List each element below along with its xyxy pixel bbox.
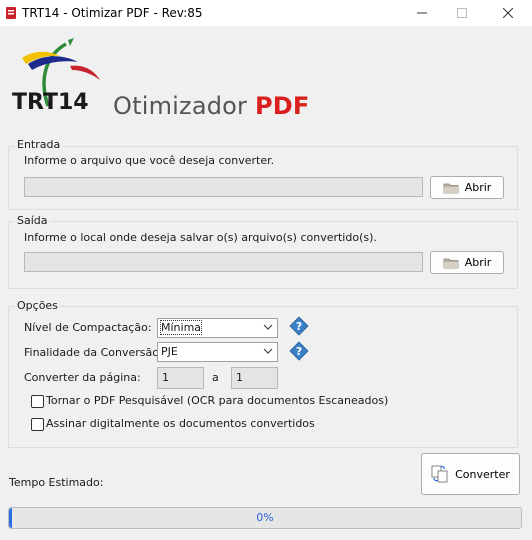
saida-open-label: Abrir <box>464 256 492 269</box>
convert-icon <box>431 465 448 483</box>
compactacao-value: Mínima <box>159 320 203 335</box>
ocr-label: Tornar o PDF Pesquisável (OCR para docum… <box>46 394 389 407</box>
saida-legend: Saída <box>15 214 50 227</box>
saida-path-field[interactable] <box>24 252 423 272</box>
help-icon[interactable]: ? <box>289 341 309 361</box>
compactacao-label: Nível de Compactação: <box>24 321 152 334</box>
converter-label: Converter <box>455 467 510 481</box>
pagina-de-field[interactable]: 1 <box>157 367 204 389</box>
progress-text: 0% <box>256 511 274 524</box>
app-title-accent: PDF <box>254 92 310 120</box>
progress-bar: 0% <box>8 507 522 529</box>
compactacao-select[interactable]: Mínima <box>157 318 278 338</box>
folder-icon <box>443 183 459 193</box>
finalidade-label: Finalidade da Conversão: <box>24 346 163 359</box>
entrada-open-label: Abrir <box>464 181 492 194</box>
close-button[interactable] <box>486 0 530 26</box>
app-title: Otimizador PDF <box>113 92 309 120</box>
logo-text: TRT14 <box>12 90 89 115</box>
tempo-estimado-label: Tempo Estimado: <box>9 476 104 489</box>
minimize-icon <box>417 12 427 14</box>
saida-instruction: Informe o local onde deseja salvar o(s) … <box>24 231 377 244</box>
app-icon <box>6 7 16 19</box>
entrada-legend: Entrada <box>15 138 63 151</box>
entrada-instruction: Informe o arquivo que você deseja conver… <box>24 154 275 167</box>
pagina-ate-field[interactable]: 1 <box>231 367 278 389</box>
minimize-button[interactable] <box>400 0 444 26</box>
svg-text:?: ? <box>296 320 302 333</box>
assinar-label: Assinar digitalmente os documentos conve… <box>46 417 315 430</box>
assinar-checkbox[interactable] <box>31 418 44 431</box>
svg-text:?: ? <box>296 345 302 358</box>
converter-button[interactable]: Converter <box>421 453 520 495</box>
pagina-separator: a <box>212 371 219 384</box>
chevron-down-icon <box>263 348 273 354</box>
maximize-icon <box>457 8 467 18</box>
pagina-label: Converter da página: <box>24 371 141 384</box>
finalidade-select[interactable]: PJE <box>157 342 278 362</box>
entrada-path-field[interactable] <box>24 177 423 197</box>
trt14-logo: TRT14 <box>12 38 100 115</box>
window-title: TRT14 - Otimizar PDF - Rev:85 <box>22 6 203 20</box>
app-title-main: Otimizador <box>113 92 255 120</box>
folder-icon <box>443 258 459 268</box>
close-icon <box>503 8 513 18</box>
help-icon[interactable]: ? <box>289 316 309 336</box>
opcoes-legend: Opções <box>15 299 60 312</box>
chevron-down-icon <box>263 324 273 330</box>
maximize-button <box>440 0 484 26</box>
entrada-open-button[interactable]: Abrir <box>430 176 504 199</box>
finalidade-value: PJE <box>161 345 178 358</box>
saida-open-button[interactable]: Abrir <box>430 251 504 274</box>
ocr-checkbox[interactable] <box>31 395 44 408</box>
